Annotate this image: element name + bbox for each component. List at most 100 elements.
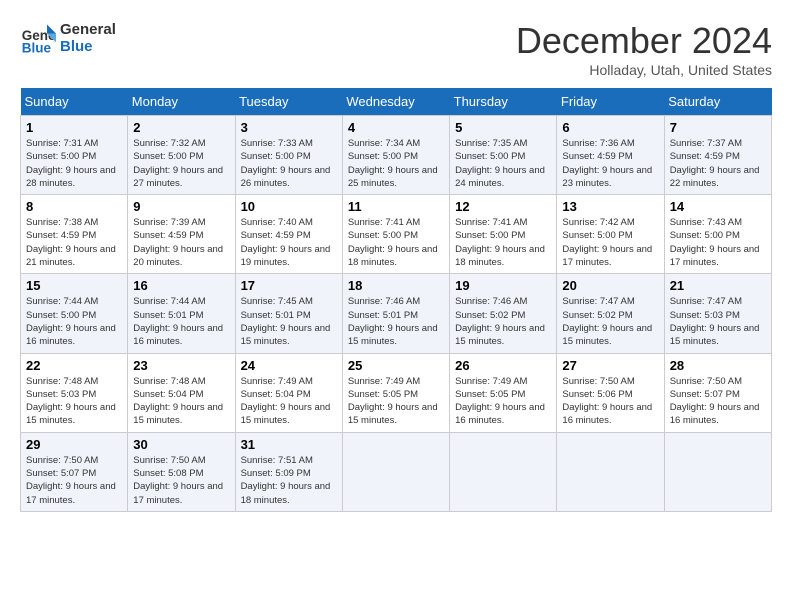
day-info: Sunrise: 7:39 AMSunset: 4:59 PMDaylight:… xyxy=(133,216,229,269)
calendar-cell: 19Sunrise: 7:46 AMSunset: 5:02 PMDayligh… xyxy=(450,274,557,353)
calendar-cell: 30 Sunrise: 7:50 AMSunset: 5:08 PMDayligh… xyxy=(128,432,235,511)
day-info: Sunrise: 7:40 AMSunset: 4:59 PMDaylight:… xyxy=(241,216,337,269)
calendar-week-row: 22 Sunrise: 7:48 AMSunset: 5:03 PMDayligh… xyxy=(21,353,772,432)
calendar-cell: 5 Sunrise: 7:35 AMSunset: 5:00 PMDaylight… xyxy=(450,116,557,195)
title-area: December 2024 Holladay, Utah, United Sta… xyxy=(516,20,772,78)
calendar-body: 1Sunrise: 7:31 AMSunset: 5:00 PMDaylight… xyxy=(21,116,772,512)
day-header-friday: Friday xyxy=(557,88,664,116)
day-number: 14 xyxy=(670,199,766,214)
day-info: Sunrise: 7:48 AMSunset: 5:03 PMDaylight:… xyxy=(26,375,122,428)
day-number: 25 xyxy=(348,358,444,373)
calendar-cell xyxy=(664,432,771,511)
calendar-cell: 8Sunrise: 7:38 AMSunset: 4:59 PMDaylight… xyxy=(21,195,128,274)
day-header-tuesday: Tuesday xyxy=(235,88,342,116)
month-title: December 2024 xyxy=(516,20,772,62)
day-info: Sunrise: 7:41 AMSunset: 5:00 PMDaylight:… xyxy=(455,216,551,269)
day-info: Sunrise: 7:43 AMSunset: 5:00 PMDaylight:… xyxy=(670,216,766,269)
day-info: Sunrise: 7:48 AMSunset: 5:04 PMDaylight:… xyxy=(133,375,229,428)
header: General Blue General Blue December 2024 … xyxy=(20,20,772,78)
calendar-week-row: 15 Sunrise: 7:44 AMSunset: 5:00 PMDayligh… xyxy=(21,274,772,353)
calendar-cell: 20 Sunrise: 7:47 AMSunset: 5:02 PMDayligh… xyxy=(557,274,664,353)
day-info: Sunrise: 7:50 AMSunset: 5:06 PMDaylight:… xyxy=(562,375,658,428)
day-number: 18 xyxy=(348,278,444,293)
day-info: Sunrise: 7:50 AMSunset: 5:07 PMDaylight:… xyxy=(670,375,766,428)
day-number: 22 xyxy=(26,358,122,373)
day-number: 9 xyxy=(133,199,229,214)
day-info: Sunrise: 7:44 AMSunset: 5:01 PMDaylight:… xyxy=(133,295,229,348)
location-subtitle: Holladay, Utah, United States xyxy=(516,62,772,78)
calendar-cell: 28 Sunrise: 7:50 AMSunset: 5:07 PMDayligh… xyxy=(664,353,771,432)
calendar-cell: 6 Sunrise: 7:36 AMSunset: 4:59 PMDaylight… xyxy=(557,116,664,195)
calendar-cell: 1Sunrise: 7:31 AMSunset: 5:00 PMDaylight… xyxy=(21,116,128,195)
day-number: 23 xyxy=(133,358,229,373)
day-number: 11 xyxy=(348,199,444,214)
day-number: 1 xyxy=(26,120,122,135)
day-number: 7 xyxy=(670,120,766,135)
day-number: 27 xyxy=(562,358,658,373)
day-info: Sunrise: 7:49 AMSunset: 5:05 PMDaylight:… xyxy=(348,375,444,428)
calendar-cell: 16Sunrise: 7:44 AMSunset: 5:01 PMDayligh… xyxy=(128,274,235,353)
day-info: Sunrise: 7:46 AMSunset: 5:02 PMDaylight:… xyxy=(455,295,551,348)
calendar-table: SundayMondayTuesdayWednesdayThursdayFrid… xyxy=(20,88,772,512)
day-header-sunday: Sunday xyxy=(21,88,128,116)
svg-text:Blue: Blue xyxy=(22,40,52,55)
day-number: 12 xyxy=(455,199,551,214)
calendar-cell: 29 Sunrise: 7:50 AMSunset: 5:07 PMDayligh… xyxy=(21,432,128,511)
day-number: 15 xyxy=(26,278,122,293)
calendar-cell: 2 Sunrise: 7:32 AMSunset: 5:00 PMDaylight… xyxy=(128,116,235,195)
calendar-cell: 27 Sunrise: 7:50 AMSunset: 5:06 PMDayligh… xyxy=(557,353,664,432)
calendar-cell: 3Sunrise: 7:33 AMSunset: 5:00 PMDaylight… xyxy=(235,116,342,195)
day-info: Sunrise: 7:37 AMSunset: 4:59 PMDaylight:… xyxy=(670,137,766,190)
day-number: 3 xyxy=(241,120,337,135)
day-header-thursday: Thursday xyxy=(450,88,557,116)
day-info: Sunrise: 7:47 AMSunset: 5:02 PMDaylight:… xyxy=(562,295,658,348)
day-number: 31 xyxy=(241,437,337,452)
day-info: Sunrise: 7:38 AMSunset: 4:59 PMDaylight:… xyxy=(26,216,122,269)
day-number: 30 xyxy=(133,437,229,452)
day-number: 13 xyxy=(562,199,658,214)
day-info: Sunrise: 7:41 AMSunset: 5:00 PMDaylight:… xyxy=(348,216,444,269)
calendar-cell: 26Sunrise: 7:49 AMSunset: 5:05 PMDayligh… xyxy=(450,353,557,432)
calendar-cell: 14 Sunrise: 7:43 AMSunset: 5:00 PMDayligh… xyxy=(664,195,771,274)
day-number: 6 xyxy=(562,120,658,135)
calendar-week-row: 29 Sunrise: 7:50 AMSunset: 5:07 PMDayligh… xyxy=(21,432,772,511)
day-number: 17 xyxy=(241,278,337,293)
logo-line1: General xyxy=(60,21,116,38)
day-number: 2 xyxy=(133,120,229,135)
calendar-cell: 17 Sunrise: 7:45 AMSunset: 5:01 PMDayligh… xyxy=(235,274,342,353)
day-info: Sunrise: 7:42 AMSunset: 5:00 PMDaylight:… xyxy=(562,216,658,269)
day-info: Sunrise: 7:46 AMSunset: 5:01 PMDaylight:… xyxy=(348,295,444,348)
day-info: Sunrise: 7:49 AMSunset: 5:04 PMDaylight:… xyxy=(241,375,337,428)
day-info: Sunrise: 7:36 AMSunset: 4:59 PMDaylight:… xyxy=(562,137,658,190)
day-info: Sunrise: 7:50 AMSunset: 5:08 PMDaylight:… xyxy=(133,454,229,507)
calendar-cell: 12 Sunrise: 7:41 AMSunset: 5:00 PMDayligh… xyxy=(450,195,557,274)
day-number: 29 xyxy=(26,437,122,452)
day-number: 28 xyxy=(670,358,766,373)
day-number: 10 xyxy=(241,199,337,214)
day-info: Sunrise: 7:45 AMSunset: 5:01 PMDaylight:… xyxy=(241,295,337,348)
calendar-cell xyxy=(342,432,449,511)
day-number: 5 xyxy=(455,120,551,135)
day-info: Sunrise: 7:49 AMSunset: 5:05 PMDaylight:… xyxy=(455,375,551,428)
calendar-week-row: 8Sunrise: 7:38 AMSunset: 4:59 PMDaylight… xyxy=(21,195,772,274)
day-info: Sunrise: 7:34 AMSunset: 5:00 PMDaylight:… xyxy=(348,137,444,190)
calendar-cell: 22 Sunrise: 7:48 AMSunset: 5:03 PMDayligh… xyxy=(21,353,128,432)
calendar-cell: 11 Sunrise: 7:41 AMSunset: 5:00 PMDayligh… xyxy=(342,195,449,274)
day-info: Sunrise: 7:44 AMSunset: 5:00 PMDaylight:… xyxy=(26,295,122,348)
calendar-cell xyxy=(450,432,557,511)
day-info: Sunrise: 7:47 AMSunset: 5:03 PMDaylight:… xyxy=(670,295,766,348)
calendar-cell xyxy=(557,432,664,511)
calendar-header-row: SundayMondayTuesdayWednesdayThursdayFrid… xyxy=(21,88,772,116)
day-number: 20 xyxy=(562,278,658,293)
day-header-monday: Monday xyxy=(128,88,235,116)
calendar-week-row: 1Sunrise: 7:31 AMSunset: 5:00 PMDaylight… xyxy=(21,116,772,195)
calendar-cell: 9 Sunrise: 7:39 AMSunset: 4:59 PMDaylight… xyxy=(128,195,235,274)
day-info: Sunrise: 7:35 AMSunset: 5:00 PMDaylight:… xyxy=(455,137,551,190)
calendar-cell: 4 Sunrise: 7:34 AMSunset: 5:00 PMDaylight… xyxy=(342,116,449,195)
day-number: 21 xyxy=(670,278,766,293)
calendar-cell: 18 Sunrise: 7:46 AMSunset: 5:01 PMDayligh… xyxy=(342,274,449,353)
day-header-saturday: Saturday xyxy=(664,88,771,116)
day-number: 4 xyxy=(348,120,444,135)
day-info: Sunrise: 7:50 AMSunset: 5:07 PMDaylight:… xyxy=(26,454,122,507)
day-info: Sunrise: 7:32 AMSunset: 5:00 PMDaylight:… xyxy=(133,137,229,190)
